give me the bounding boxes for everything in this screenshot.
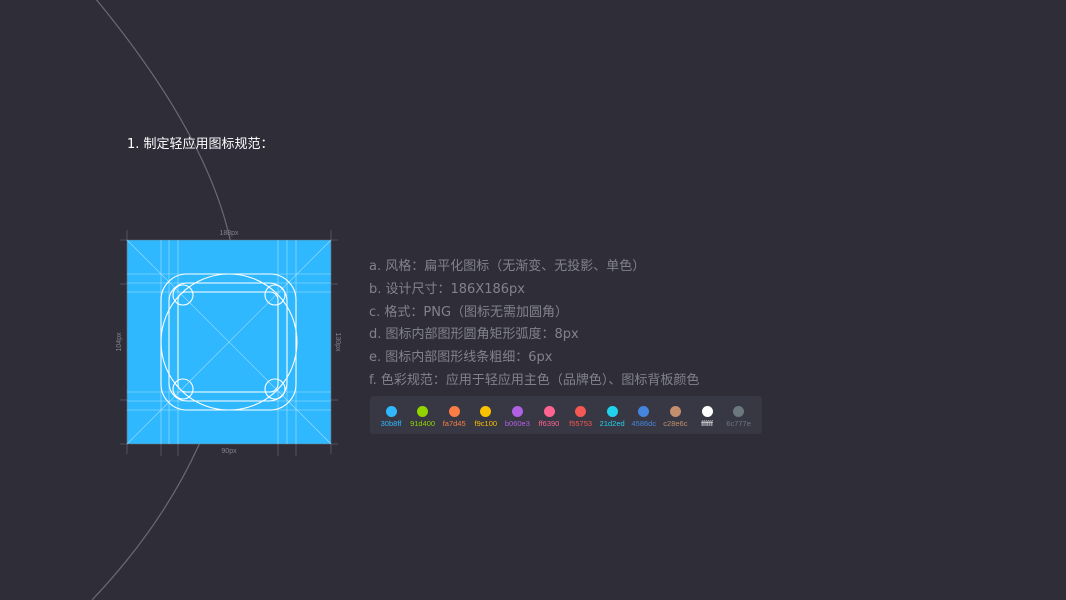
palette-swatch: 91d400 <box>407 396 439 434</box>
spec-item-corner-radius: d. 图标内部图形圆角矩形弧度：8px <box>369 327 579 343</box>
swatch-color-dot <box>543 406 555 417</box>
palette-swatch: ff6390 <box>533 396 565 434</box>
dimension-label-left: 104px <box>116 332 123 352</box>
swatch-color-dot <box>701 406 713 417</box>
swatch-color-dot <box>638 406 650 417</box>
palette-swatch: 21d2ed <box>596 396 628 434</box>
spec-item-size: b. 设计尺寸：186X186px <box>369 281 525 297</box>
palette-swatch: c28e6c <box>659 396 691 434</box>
icon-grid-guide: 188px 90px 104px 130px <box>116 230 341 456</box>
spec-list: a. 风格：扁平化图标（无渐变、无投影、单色） b. 设计尺寸：186X186p… <box>369 258 699 395</box>
swatch-color-dot <box>575 406 587 417</box>
swatch-color-dot <box>417 406 429 417</box>
swatch-color-dot <box>448 406 460 417</box>
palette-swatch: ffffff <box>691 396 723 434</box>
spec-item-style: a. 风格：扁平化图标（无渐变、无投影、单色） <box>369 259 646 274</box>
spec-item-color: f. 色彩规范：应用于轻应用主色（品牌色）、图标背板颜色 <box>369 372 700 388</box>
section-title: 1. 制定轻应用图标规范： <box>127 137 274 152</box>
palette-swatch: 30b8ff <box>375 396 407 434</box>
swatch-color-dot <box>480 406 492 417</box>
spec-item-format: c. 格式：PNG（图标无需加圆角） <box>369 304 569 320</box>
spec-item-stroke-width: e. 图标内部图形线条粗细：6px <box>369 350 553 366</box>
dimension-label-right: 130px <box>334 332 341 352</box>
swatch-color-dot <box>385 406 397 417</box>
palette-swatch: 6c777e <box>723 396 755 434</box>
palette-swatch: f55753 <box>565 396 597 434</box>
swatch-hex-label: 6c777e <box>726 419 751 428</box>
palette-swatch: 4586dc <box>628 396 660 434</box>
swatch-color-dot <box>606 406 618 417</box>
dimension-label-top: 188px <box>219 230 239 237</box>
swatch-color-dot <box>511 406 523 417</box>
palette-swatch: b060e3 <box>501 396 533 434</box>
swatch-color-dot <box>669 406 681 417</box>
color-palette: 30b8ff 91d400 fa7d45 f9c100 b060e3 ff6390 f557… <box>370 396 762 434</box>
dimension-label-bottom: 90px <box>221 448 237 455</box>
palette-swatch: fa7d45 <box>438 396 470 434</box>
palette-swatch: f9c100 <box>470 396 502 434</box>
swatch-color-dot <box>733 406 745 417</box>
